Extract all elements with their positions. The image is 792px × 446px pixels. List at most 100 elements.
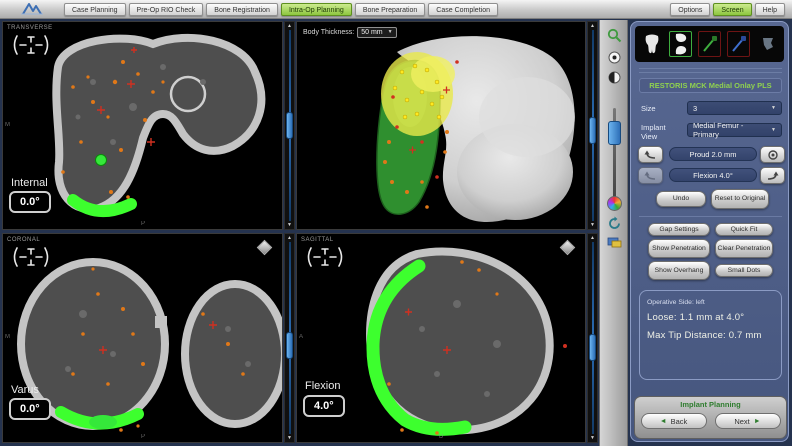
gap-settings-button[interactable]: Gap Settings <box>648 223 710 236</box>
green-probe-icon[interactable] <box>698 31 721 57</box>
orientation-letter: M <box>5 122 10 128</box>
quick-fit-button[interactable]: Quick Fit <box>715 223 773 236</box>
sagittal-slice-scrollbar[interactable]: ▲ ▼ <box>587 233 598 443</box>
tab-case-planning[interactable]: Case Planning <box>64 3 126 16</box>
viewport-transverse-label: TRANSVERSE <box>7 25 53 31</box>
mako-logo-icon <box>17 2 47 16</box>
scroll-up-icon[interactable]: ▲ <box>588 23 597 29</box>
varus-angle-value: 0.0° <box>9 398 51 420</box>
scroll-up-icon[interactable]: ▲ <box>285 23 294 29</box>
viewport-coronal-label: CORONAL <box>7 237 40 243</box>
scroll-down-icon[interactable]: ▼ <box>588 222 597 228</box>
chevron-down-icon: ▼ <box>388 28 393 37</box>
femur-implant-icon[interactable] <box>640 31 663 57</box>
proud-value-button[interactable]: Proud 2.0 mm <box>669 147 757 161</box>
viewport-sagittal[interactable]: SAGITTAL A D Flexion 4.0° <box>296 233 586 443</box>
tab-pre-op-rio-check[interactable]: Pre-Op RIO Check <box>129 3 204 16</box>
viewport-sagittal-label: SAGITTAL <box>301 237 334 243</box>
chevron-down-icon: ▼ <box>771 127 776 133</box>
show-penetration-button[interactable]: Show Penetration <box>648 239 710 258</box>
viewport-transverse[interactable]: TRANSVERSE M P <box>2 21 283 230</box>
scroll-up-icon[interactable]: ▲ <box>588 235 597 241</box>
proud-decrease-button[interactable] <box>638 146 663 163</box>
body-thickness-dropdown[interactable]: 50 mm ▼ <box>357 27 396 38</box>
brightness-icon[interactable] <box>607 50 622 65</box>
coronal-slice-scrollbar[interactable]: ▲ ▼ <box>284 233 295 443</box>
orientation-letter: P <box>141 434 145 440</box>
flexion-decrease-button[interactable] <box>638 167 663 184</box>
flexion-angle-value: 4.0° <box>303 395 345 417</box>
scroll-down-icon[interactable]: ▼ <box>285 435 294 441</box>
femur-3d-scrollbar[interactable]: ▲ ▼ <box>587 21 598 230</box>
help-button[interactable]: Help <box>755 3 785 16</box>
proud-increase-button[interactable] <box>760 146 785 163</box>
footer-title: Implant Planning <box>635 400 786 409</box>
show-overhang-button[interactable]: Show Overhang <box>648 261 710 280</box>
loose-value-text: Loose: 1.1 mm at 4.0° <box>647 312 774 323</box>
size-label: Size <box>641 104 656 113</box>
3d-color-sphere-icon[interactable] <box>607 196 622 211</box>
operative-side-text: Operative Side: left <box>647 299 774 306</box>
body-thickness-label: Body Thickness: <box>303 29 354 36</box>
screen-button[interactable]: Screen <box>713 3 751 16</box>
app-logo <box>0 1 64 18</box>
top-menu-bar: Case Planning Pre-Op RIO Check Bone Regi… <box>0 0 792 19</box>
size-dropdown[interactable]: 3 ▼ <box>687 101 782 115</box>
angle-label-varus: Varus <box>11 384 39 396</box>
workflow-icon-strip <box>635 26 784 62</box>
orientation-letter: P <box>141 221 145 227</box>
flexion-value-button[interactable]: Flexion 4.0° <box>669 168 757 182</box>
scrollbar-handle[interactable] <box>286 112 293 139</box>
implant-view-dropdown[interactable]: Medial Femur - Primary ▼ <box>687 123 782 137</box>
scrollbar-handle[interactable] <box>589 117 596 144</box>
reset-to-original-button[interactable]: Reset to Original <box>711 189 769 209</box>
scrollbar-handle[interactable] <box>286 332 293 359</box>
transverse-slice-scrollbar[interactable]: ▲ ▼ <box>284 21 295 230</box>
rotate-view-icon[interactable] <box>607 216 622 231</box>
knee-bones-icon[interactable] <box>669 31 692 57</box>
viewport-femur-3d[interactable]: Body Thickness: 50 mm ▼ <box>296 21 586 230</box>
options-button[interactable]: Options <box>670 3 710 16</box>
blue-probe-icon[interactable] <box>727 31 750 57</box>
chevron-down-icon: ▼ <box>771 105 776 111</box>
pan-crosshair-icon[interactable] <box>11 246 51 268</box>
implant-view-label: Implant View <box>641 123 683 141</box>
angle-label-flexion: Flexion <box>305 380 340 392</box>
navigation-footer: Implant Planning ◄ Back Next ► <box>634 396 787 439</box>
tab-case-completion[interactable]: Case Completion <box>428 3 498 16</box>
contrast-icon[interactable] <box>607 70 622 85</box>
tab-intra-op-planning[interactable]: Intra-Op Planning <box>281 3 352 16</box>
max-tip-distance-text: Max Tip Distance: 0.7 mm <box>647 330 774 341</box>
burr-tool-icon[interactable] <box>756 31 779 57</box>
scroll-down-icon[interactable]: ▼ <box>285 222 294 228</box>
femur-3d-render <box>297 22 586 230</box>
app-window: Case Planning Pre-Op RIO Check Bone Regi… <box>0 0 792 446</box>
pan-crosshair-icon[interactable] <box>305 246 345 268</box>
orientation-letter: A <box>299 334 303 340</box>
zoom-icon[interactable] <box>607 28 622 43</box>
flexion-increase-button[interactable] <box>760 167 785 184</box>
scrollbar-handle[interactable] <box>589 334 596 361</box>
angle-label-internal: Internal <box>11 177 48 189</box>
implant-planning-panel: RESTORIS MCK Medial Onlay PLS Size 3 ▼ I… <box>630 21 789 442</box>
view-tool-strip <box>599 20 628 446</box>
next-button[interactable]: Next ► <box>715 413 781 429</box>
implant-title: RESTORIS MCK Medial Onlay PLS <box>639 78 782 93</box>
tab-bone-registration[interactable]: Bone Registration <box>206 3 278 16</box>
zoom-slider-handle[interactable] <box>608 121 621 145</box>
scroll-down-icon[interactable]: ▼ <box>588 435 597 441</box>
undo-button[interactable]: Undo <box>656 191 706 207</box>
layers-icon[interactable] <box>607 234 622 249</box>
small-dots-button[interactable]: Small Dots <box>715 264 773 277</box>
back-arrow-icon: ◄ <box>660 418 667 425</box>
viewport-coronal[interactable]: CORONAL M P <box>2 233 283 443</box>
planning-info-box: Operative Side: left Loose: 1.1 mm at 4.… <box>639 290 782 380</box>
clear-penetration-button[interactable]: Clear Penetration <box>715 239 773 258</box>
internal-angle-value: 0.0° <box>9 191 51 213</box>
tab-bone-preparation[interactable]: Bone Preparation <box>355 3 425 16</box>
back-button[interactable]: ◄ Back <box>641 413 707 429</box>
scroll-up-icon[interactable]: ▲ <box>285 235 294 241</box>
pan-crosshair-icon[interactable] <box>11 34 51 56</box>
orientation-letter: D <box>439 434 443 440</box>
orientation-letter: M <box>5 334 10 340</box>
